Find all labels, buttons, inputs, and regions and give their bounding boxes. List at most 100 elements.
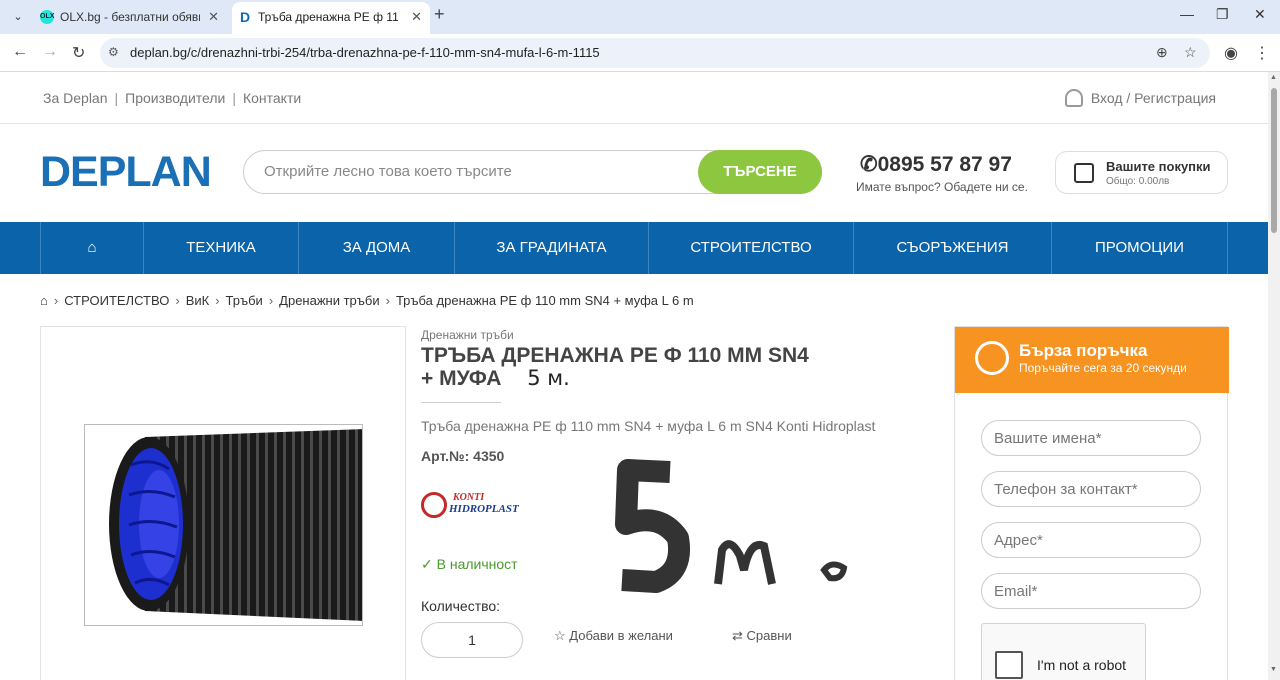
top-bar: За Deplan | Производители | Контакти Вход / … [0, 72, 1268, 124]
reload-icon[interactable]: ↻ [72, 43, 85, 63]
page-scrollbar[interactable]: ▲ ▼ [1268, 72, 1280, 680]
nav-item-za-doma[interactable]: ЗА ДОМА [299, 222, 455, 274]
compare-button[interactable]: ⇄ Сравни [732, 628, 792, 644]
browser-tab-strip: ⌄ OLX OLX.bg - безплатни обяви ✕ D Тръба… [0, 0, 1280, 34]
wishlist-label: Добави в желани [569, 628, 673, 643]
brand-emblem-icon [421, 492, 447, 518]
recaptcha-label: I'm not a robot [1037, 657, 1127, 673]
nav-item-za-gradinata[interactable]: ЗА ГРАДИНАТА [455, 222, 649, 274]
product-subtitle: Тръба дренажна PE ф 110 mm SN4 + муфа L … [421, 418, 876, 434]
title-divider [421, 402, 501, 403]
quick-order-subtitle: Поръчайте сега за 20 секунди [1019, 361, 1187, 375]
separator: | [114, 90, 119, 106]
nav-item-saorazheniya[interactable]: СЪОРЪЖЕНИЯ [854, 222, 1052, 274]
title-text: + МУФА [421, 367, 502, 390]
scroll-up-icon[interactable]: ▲ [1270, 74, 1277, 81]
quantity-input[interactable] [421, 622, 523, 658]
breadcrumb: ⌂ › СТРОИТЕЛСТВО › ВиК › Тръби › Дренажни тръби ›… [40, 293, 694, 308]
name-field[interactable] [981, 420, 1201, 456]
back-arrow-icon[interactable]: ← [12, 43, 28, 61]
product-title-line2: + МУФА 5 м. [421, 366, 921, 391]
shopping-bag-icon [1074, 163, 1094, 183]
phone-number[interactable]: ✆0895 57 87 97 [860, 152, 1012, 177]
minimize-icon[interactable]: — [1180, 6, 1194, 22]
browser-menu-icon[interactable]: ⋮ [1254, 43, 1270, 63]
cart-button[interactable]: Вашите покупки Общо: 0.00лв [1055, 151, 1228, 194]
tab-search-button[interactable]: ⌄ [8, 7, 28, 27]
handwritten-note [615, 459, 848, 593]
close-window-icon[interactable]: ✕ [1254, 6, 1266, 23]
phone-icon: ✆ [860, 153, 878, 176]
address-field[interactable] [981, 522, 1201, 558]
breadcrumb-item[interactable]: Тръби [226, 293, 263, 308]
top-links: За Deplan | Производители | Контакти [43, 90, 301, 106]
tab-title: Тръба дренажна PE ф 110 mm [258, 10, 398, 24]
scroll-down-icon[interactable]: ▼ [1270, 666, 1277, 673]
close-tab-icon[interactable]: ✕ [208, 2, 219, 32]
breadcrumb-item[interactable]: СТРОИТЕЛСТВО [64, 293, 169, 308]
site-info-icon[interactable]: ⚙ [108, 45, 119, 59]
zoom-icon[interactable]: ⊕ [1156, 44, 1168, 61]
quick-order-title: Бърза поръчка [1019, 341, 1148, 360]
product-image-box [40, 326, 406, 680]
quantity-label: Количество: [421, 598, 501, 614]
separator: › [175, 293, 180, 308]
separator: › [385, 293, 390, 308]
recaptcha-checkbox[interactable] [995, 651, 1023, 679]
breadcrumb-item[interactable]: Дренажни тръби [279, 293, 379, 308]
login-label: Вход / Регистрация [1090, 90, 1216, 106]
product-title-line1: ТРЪБА ДРЕНАЖНА PE Ф 110 MM SN4 [421, 344, 809, 367]
nav-item-tehnika[interactable]: ТЕХНИКА [144, 222, 299, 274]
breadcrumb-current: Тръба дренажна PE ф 110 mm SN4 + муфа L … [395, 293, 694, 308]
url-field[interactable]: ⚙ deplan.bg/c/drenazhni-trbi-254/trba-dr… [100, 38, 1210, 68]
search-box: ТЪРСЕНЕ [243, 150, 822, 194]
recaptcha-widget: I'm not a robot [981, 623, 1146, 680]
bookmark-star-icon[interactable]: ☆ [1184, 44, 1197, 61]
link-about[interactable]: За Deplan [43, 90, 108, 106]
brand-name-line2: HIDROPLAST [449, 503, 519, 515]
product-image[interactable] [84, 424, 363, 626]
forward-arrow-icon[interactable]: → [42, 43, 58, 61]
profile-icon[interactable]: ◉ [1224, 43, 1238, 63]
site-logo[interactable]: DEPLAN [40, 150, 212, 194]
close-tab-icon[interactable]: ✕ [411, 2, 422, 32]
login-link[interactable]: Вход / Регистрация [1064, 89, 1216, 107]
nav-item-stroitelstvo[interactable]: СТРОИТЕЛСТВО [649, 222, 854, 274]
search-button[interactable]: ТЪРСЕНЕ [698, 150, 822, 194]
restore-icon[interactable]: ❐ [1216, 6, 1229, 23]
breadcrumb-item[interactable]: ВиК [186, 293, 210, 308]
separator: › [268, 293, 274, 308]
title-handwritten: 5 м. [527, 366, 570, 390]
search-input[interactable] [264, 163, 684, 180]
new-tab-icon[interactable]: + [434, 4, 445, 25]
drainage-pipe-illustration [109, 429, 362, 621]
tab-title: OLX.bg - безплатни обяви [60, 10, 200, 24]
cart-title: Вашите покупки [1106, 159, 1211, 174]
browser-tab-olx[interactable]: OLX OLX.bg - безплатни обяви ✕ [34, 2, 227, 34]
stopwatch-icon [975, 341, 1009, 375]
nav-item-promotsii[interactable]: ПРОМОЦИИ [1052, 222, 1228, 274]
phone-field[interactable] [981, 471, 1201, 507]
home-icon[interactable]: ⌂ [40, 293, 48, 308]
add-to-wishlist-button[interactable]: ☆ Добави в желани [554, 628, 673, 644]
separator: | [232, 90, 236, 106]
link-contacts[interactable]: Контакти [243, 90, 301, 106]
nav-home[interactable]: ⌂ [40, 222, 144, 274]
brand-name-line1: KONTI [453, 492, 485, 503]
phone-subtext: Имате въпрос? Обадете ни се. [856, 180, 1028, 194]
phone-text: 0895 57 87 97 [877, 153, 1012, 176]
quick-order-panel: Бърза поръчка Поръчайте сега за 20 секун… [954, 326, 1229, 680]
olx-favicon-icon: OLX [40, 10, 54, 24]
link-manufacturers[interactable]: Производители [125, 90, 225, 106]
separator: › [215, 293, 220, 308]
scroll-thumb[interactable] [1271, 88, 1277, 233]
separator: › [53, 293, 59, 308]
check-icon: ✓ [421, 556, 433, 572]
compare-label: Сравни [746, 628, 792, 643]
email-field[interactable] [981, 573, 1201, 609]
browser-tab-deplan[interactable]: D Тръба дренажна PE ф 110 mm ✕ [232, 2, 430, 34]
home-icon: ⌂ [87, 239, 97, 256]
url-text[interactable]: deplan.bg/c/drenazhni-trbi-254/trba-dren… [130, 45, 600, 60]
brand-logo[interactable]: KONTI HIDROPLAST [421, 492, 541, 522]
product-category[interactable]: Дренажни тръби [421, 328, 514, 342]
